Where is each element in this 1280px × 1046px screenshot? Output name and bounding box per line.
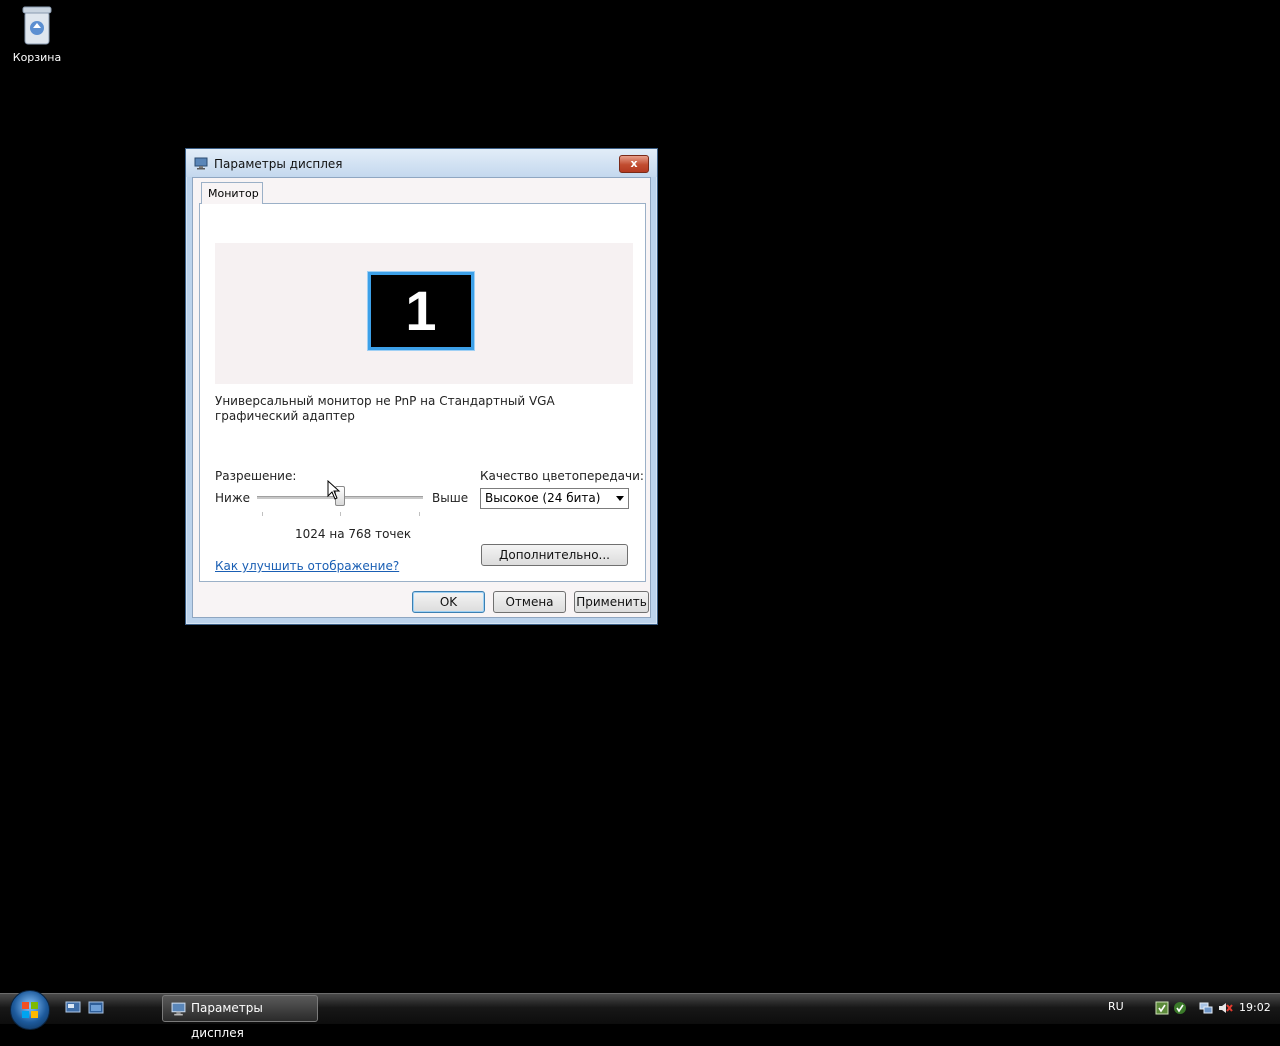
update-check-icon[interactable] [1172, 1000, 1188, 1016]
apply-button[interactable]: Применить [574, 591, 649, 613]
display-settings-icon [194, 157, 208, 170]
resolution-value: 1024 на 768 точек [295, 527, 412, 541]
taskbar: Параметры дисплея RU 19:02 [0, 990, 1280, 1040]
language-indicator[interactable]: RU [1108, 1000, 1124, 1013]
recycle-bin-icon [22, 6, 52, 45]
ok-button[interactable]: OK [412, 591, 485, 613]
help-link[interactable]: Как улучшить отображение? [215, 559, 399, 573]
resolution-high-label: Выше [432, 491, 469, 505]
monitor-description: Универсальный монитор не PnP на Стандарт… [215, 394, 555, 423]
resolution-low-label: Ниже [215, 491, 251, 505]
display-settings-dialog: Параметры дисплея x Монитор 1 Универсаль… [185, 148, 658, 625]
title-bar[interactable]: Параметры дисплея x [186, 149, 657, 177]
tab-monitor[interactable]: Монитор [201, 182, 263, 204]
monitor-1-tile[interactable]: 1 [367, 271, 475, 351]
monitor-arrangement-area: 1 [215, 243, 633, 384]
color-quality-value: Высокое (24 бита) [485, 491, 601, 505]
monitor-tab-panel: 1 Универсальный монитор не PnP на Станда… [199, 203, 646, 582]
show-desktop-icon[interactable] [65, 1001, 81, 1015]
volume-muted-icon[interactable] [1217, 1000, 1233, 1016]
window-title: Параметры дисплея [214, 157, 343, 171]
cancel-button[interactable]: Отмена [493, 591, 566, 613]
slider-tick [419, 512, 420, 516]
start-orb-icon [22, 1002, 38, 1018]
taskbar-item-label: Параметры дисплея [191, 1001, 263, 1040]
taskbar-item-display-settings[interactable]: Параметры дисплея [162, 995, 318, 1040]
display-settings-icon [171, 1002, 186, 1016]
close-icon: x [630, 157, 638, 170]
dialog-client-area: Монитор 1 Универсальный монитор не PnP н… [192, 177, 651, 618]
recycle-bin-shortcut[interactable]: Корзина [6, 2, 68, 64]
color-quality-label: Качество цветопередачи: [480, 469, 644, 483]
chevron-down-icon [616, 496, 624, 501]
recycle-bin-label: Корзина [12, 51, 62, 64]
security-icon[interactable] [1154, 1000, 1170, 1016]
slider-tick [262, 512, 263, 516]
network-icon[interactable] [1198, 1000, 1214, 1016]
mouse-cursor-icon [327, 480, 341, 500]
start-button[interactable] [10, 990, 50, 1030]
resolution-label: Разрешение: [215, 469, 297, 483]
color-quality-select[interactable]: Высокое (24 бита) [480, 488, 629, 509]
close-button[interactable]: x [619, 155, 649, 173]
slider-tick [340, 512, 341, 516]
clock[interactable]: 19:02 [1239, 1001, 1271, 1014]
advanced-button[interactable]: Дополнительно... [481, 544, 628, 566]
switch-windows-icon[interactable] [88, 1001, 104, 1015]
